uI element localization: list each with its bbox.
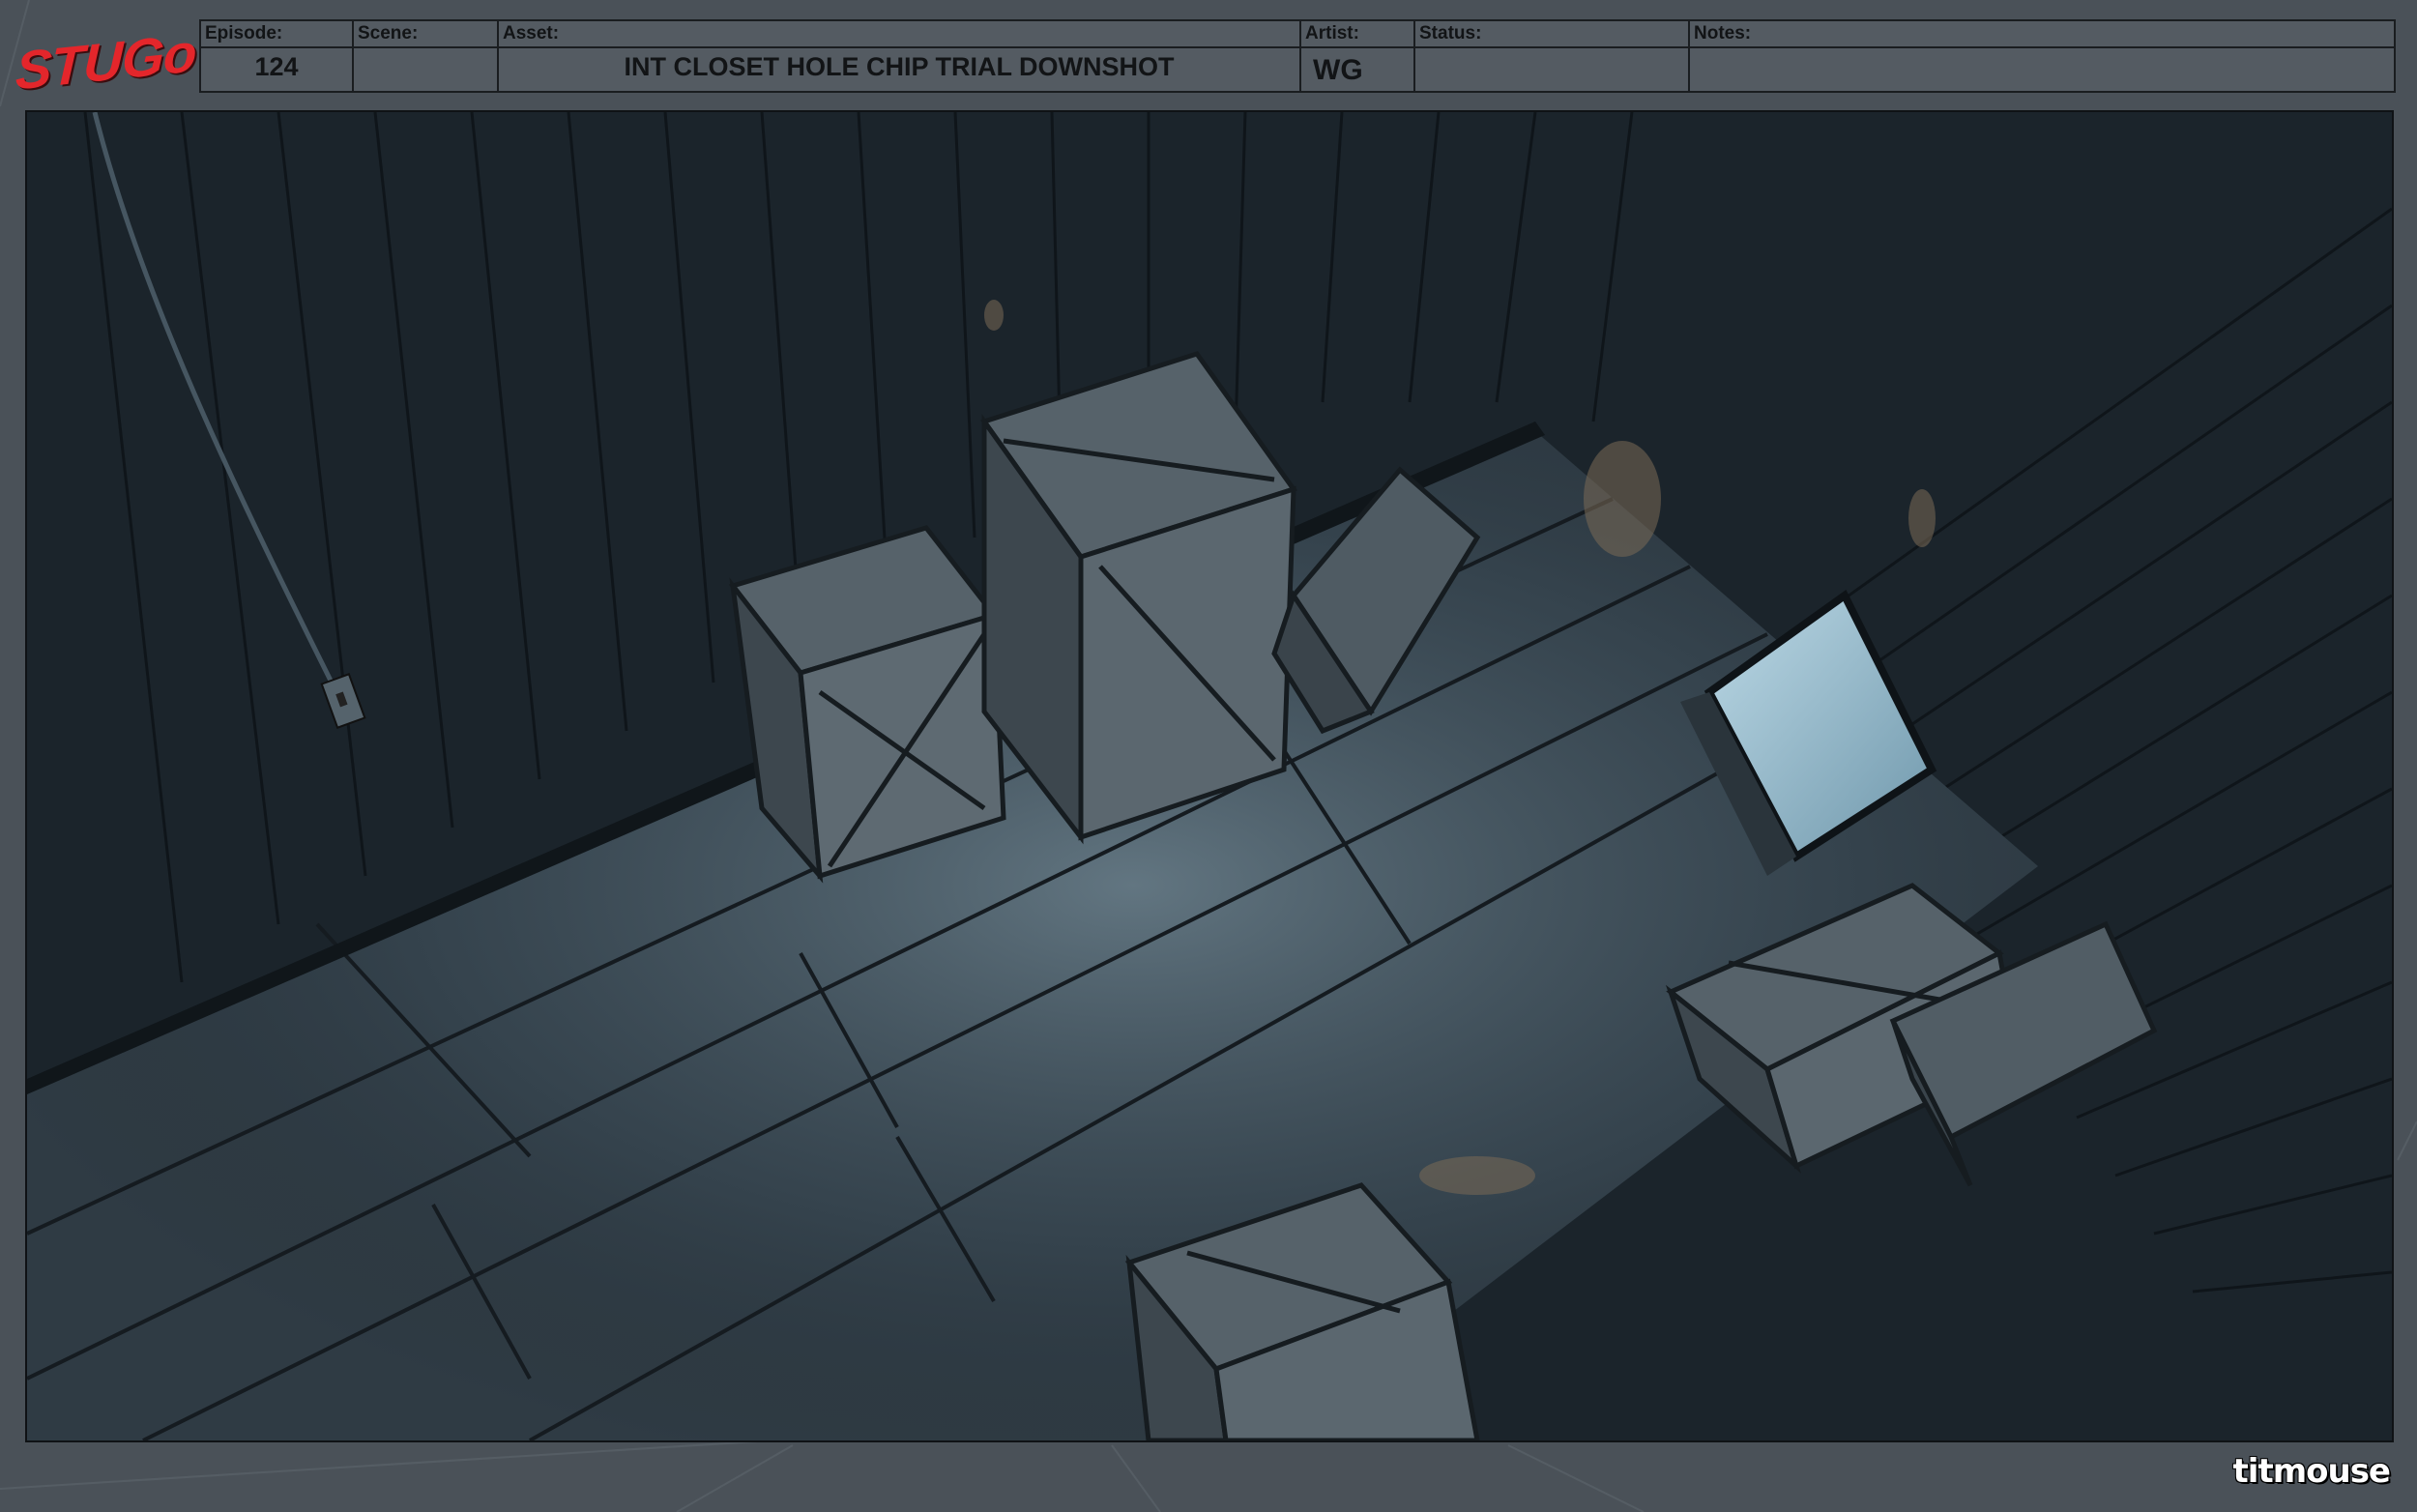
artist-label: Artist: (1305, 23, 1359, 44)
stugo-logo-icon: STUGo (14, 21, 197, 101)
status-cell: Status: (1415, 21, 1690, 91)
closet-downshot-illustration (27, 112, 2392, 1440)
artist-cell: Artist: WG (1301, 21, 1415, 91)
episode-value: 124 (254, 52, 299, 81)
notes-cell: Notes: (1690, 21, 2394, 91)
episode-label: Episode: (205, 23, 283, 44)
scene-cell: Scene: (354, 21, 499, 91)
stugo-logo: STUGo (15, 21, 197, 101)
slate-header: Episode: 124 Scene: Asset: INT CLOSET HO… (199, 19, 2396, 93)
background-artwork (25, 110, 2394, 1442)
asset-label: Asset: (503, 23, 560, 44)
titmouse-logo: titmouse (2233, 1442, 2391, 1491)
artist-value: WG (1313, 54, 1363, 86)
titmouse-logo-icon: titmouse (2232, 1452, 2391, 1491)
status-label: Status: (1419, 23, 1482, 44)
scene-label: Scene: (358, 23, 419, 44)
asset-cell: Asset: INT CLOSET HOLE CHIP TRIAL DOWNSH… (499, 21, 1301, 91)
notes-label: Notes: (1694, 23, 1752, 44)
asset-value: INT CLOSET HOLE CHIP TRIAL DOWNSHOT (624, 52, 1175, 81)
episode-cell: Episode: 124 (201, 21, 354, 91)
